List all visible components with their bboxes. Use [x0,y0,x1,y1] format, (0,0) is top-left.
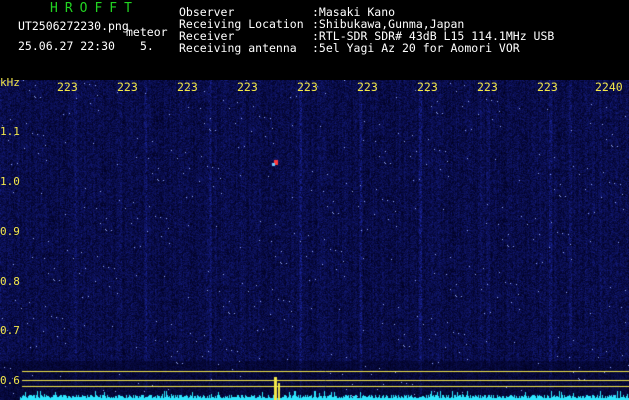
time-tick: 2240 [595,80,623,94]
time-tick: 223 [177,80,198,94]
time-tick: 223 [297,80,318,94]
freq-tick: 0.7 [0,324,20,337]
hrofft-window: HROFFT UT2506272230.png meteor 25.06.27 … [0,0,629,400]
hrofft-logo: HROFFT [50,1,139,16]
header-panel: HROFFT UT2506272230.png meteor 25.06.27 … [0,0,629,80]
freq-tick: 0.8 [0,275,20,288]
meteor-count: 5. [140,39,154,53]
spectrogram-canvas [0,80,629,400]
antenna-value: :5el Yagi Az 20 for Aomori VOR [312,41,520,55]
freq-tick: 1.0 [0,175,20,188]
time-tick: 223 [477,80,498,94]
timestamp: 25.06.27 22:30 [18,39,115,53]
time-tick: 223 [117,80,138,94]
freq-tick: 0.6 [0,374,20,387]
freq-tick: 0.9 [0,225,20,238]
freq-tick: 1.1 [0,125,20,138]
time-tick: 223 [417,80,438,94]
file-name: UT2506272230.png [18,19,129,33]
y-unit-label: kHz [0,76,20,89]
meteor-label: meteor [126,25,168,39]
time-tick: 223 [537,80,558,94]
time-tick: 223 [57,80,78,94]
time-tick: 223 [357,80,378,94]
time-tick: 223 [237,80,258,94]
antenna-label: Receiving antenna [179,41,297,55]
